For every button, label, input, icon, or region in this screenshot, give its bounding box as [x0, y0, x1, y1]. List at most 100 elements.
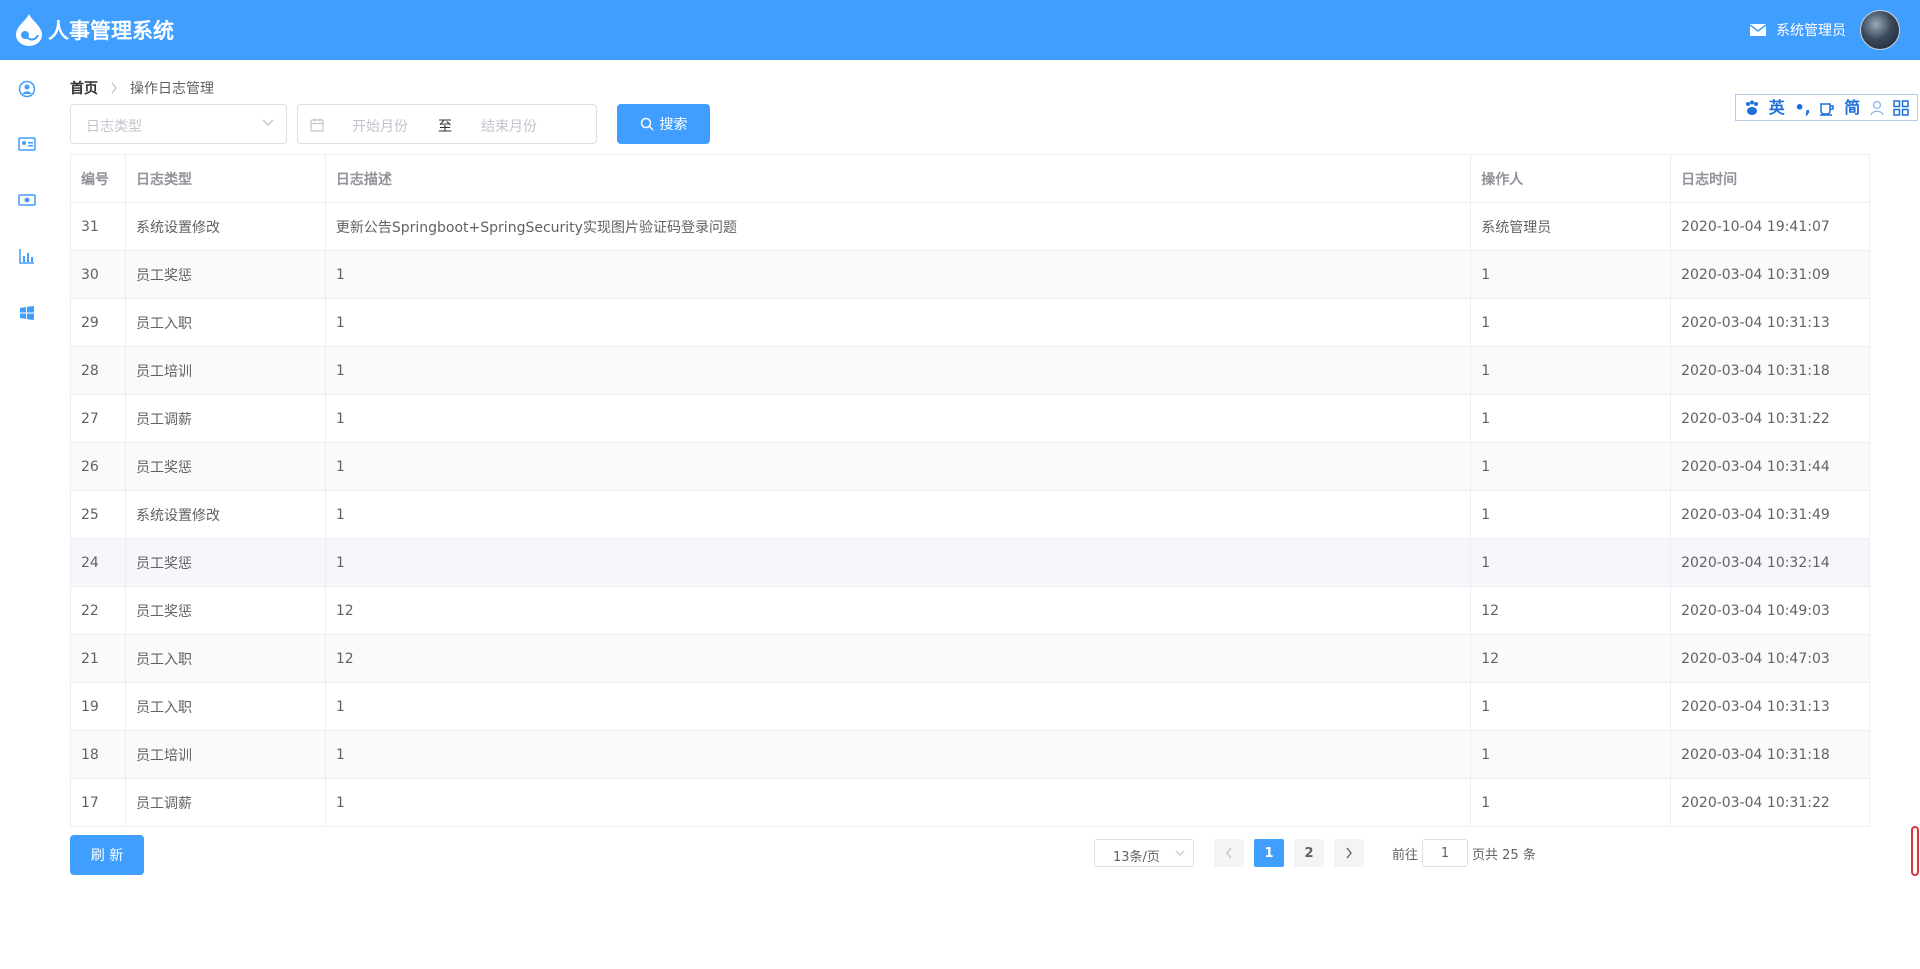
cell-desc: 1 [326, 395, 1472, 442]
cell-operator: 12 [1471, 587, 1672, 634]
cell-desc: 1 [326, 443, 1472, 490]
table-row[interactable]: 26 员工奖惩 1 1 2020-03-04 10:31:44 [71, 443, 1870, 491]
user-menu[interactable]: 系统管理员 [1750, 8, 1900, 52]
next-page-button[interactable] [1334, 839, 1364, 867]
cell-id: 26 [71, 443, 126, 490]
ime-simplified-toggle[interactable]: 简 [1842, 98, 1862, 118]
breadcrumb-home[interactable]: 首页 [70, 78, 98, 98]
cell-time: 2020-03-04 10:31:09 [1671, 251, 1870, 298]
cell-time: 2020-03-04 10:31:22 [1671, 395, 1870, 442]
id-card-icon[interactable] [18, 135, 36, 153]
cell-desc: 1 [326, 683, 1472, 730]
refresh-button[interactable]: 刷 新 [70, 835, 144, 875]
cell-type: 员工入职 [126, 635, 326, 682]
prev-page-button[interactable] [1214, 839, 1244, 867]
calendar-icon [310, 118, 324, 132]
cell-type: 员工调薪 [126, 779, 326, 826]
column-header-operator: 操作人 [1471, 155, 1672, 202]
cell-time: 2020-03-04 10:31:22 [1671, 779, 1870, 826]
table-row[interactable]: 25 系统设置修改 1 1 2020-03-04 10:31:49 [71, 491, 1870, 539]
cell-operator: 12 [1471, 635, 1672, 682]
avatar[interactable] [1860, 10, 1900, 50]
column-header-time: 日志时间 [1671, 155, 1870, 202]
log-type-placeholder: 日志类型 [86, 119, 142, 135]
cell-operator: 1 [1471, 683, 1672, 730]
cell-type: 员工调薪 [126, 395, 326, 442]
cell-id: 24 [71, 539, 126, 586]
goto-label: 前往 [1392, 847, 1419, 863]
cell-id: 21 [71, 635, 126, 682]
start-month-input[interactable]: 开始月份 [352, 116, 408, 136]
goto-page-input[interactable]: 1 [1422, 839, 1469, 867]
cell-desc: 12 [326, 587, 1472, 634]
cell-time: 2020-10-04 19:41:07 [1671, 203, 1870, 250]
cup-icon[interactable] [1818, 99, 1836, 117]
page-button-1[interactable]: 1 [1254, 839, 1284, 867]
money-icon[interactable] [18, 191, 36, 209]
user-icon[interactable] [1868, 99, 1886, 117]
app-logo[interactable]: 人事管理系统 [14, 12, 174, 48]
cell-id: 27 [71, 395, 126, 442]
table-row[interactable]: 18 员工培训 1 1 2020-03-04 10:31:18 [71, 731, 1870, 779]
column-header-desc: 日志描述 [326, 155, 1472, 202]
user-name[interactable]: 系统管理员 [1776, 20, 1846, 40]
cell-id: 25 [71, 491, 126, 538]
table-row[interactable]: 17 员工调薪 1 1 2020-03-04 10:31:22 [71, 779, 1870, 827]
drop-logo-icon [16, 14, 42, 46]
cell-time: 2020-03-04 10:31:18 [1671, 347, 1870, 394]
month-range-picker[interactable]: 开始月份 至 结束月份 [297, 104, 597, 144]
top-header: 人事管理系统 系统管理员 [0, 0, 1920, 60]
table-header-row: 编号 日志类型 日志描述 操作人 日志时间 [71, 155, 1870, 203]
table-row[interactable]: 19 员工入职 1 1 2020-03-04 10:31:13 [71, 683, 1870, 731]
cell-operator: 1 [1471, 347, 1672, 394]
cell-desc: 1 [326, 731, 1472, 778]
cell-type: 员工奖惩 [126, 443, 326, 490]
total-count: 页共 25 条 [1472, 847, 1536, 863]
cell-desc: 1 [326, 347, 1472, 394]
cell-time: 2020-03-04 10:49:03 [1671, 587, 1870, 634]
table-row[interactable]: 24 员工奖惩 1 1 2020-03-04 10:32:14 [71, 539, 1870, 587]
cell-id: 28 [71, 347, 126, 394]
user-circle-icon[interactable] [18, 80, 36, 98]
log-type-select[interactable]: 日志类型 [70, 104, 287, 144]
cell-operator: 1 [1471, 731, 1672, 778]
column-header-id: 编号 [71, 155, 126, 202]
table-row[interactable]: 21 员工入职 12 12 2020-03-04 10:47:03 [71, 635, 1870, 683]
chevron-down-icon [1175, 850, 1185, 856]
cell-id: 30 [71, 251, 126, 298]
table-row[interactable]: 27 员工调薪 1 1 2020-03-04 10:31:22 [71, 395, 1870, 443]
cell-desc: 12 [326, 635, 1472, 682]
paw-icon[interactable] [1743, 99, 1761, 117]
cell-id: 19 [71, 683, 126, 730]
ime-language-toggle[interactable]: 英 [1767, 98, 1787, 118]
column-header-type: 日志类型 [126, 155, 326, 202]
cell-time: 2020-03-04 10:31:49 [1671, 491, 1870, 538]
table-row[interactable]: 30 员工奖惩 1 1 2020-03-04 10:31:09 [71, 251, 1870, 299]
table-row[interactable]: 29 员工入职 1 1 2020-03-04 10:31:13 [71, 299, 1870, 347]
range-separator: 至 [438, 119, 452, 135]
grid-icon[interactable] [1892, 99, 1910, 117]
cell-operator: 1 [1471, 779, 1672, 826]
search-button[interactable]: 搜索 [617, 104, 710, 144]
bar-chart-icon[interactable] [18, 247, 36, 265]
table-row[interactable]: 28 员工培训 1 1 2020-03-04 10:31:18 [71, 347, 1870, 395]
cell-desc: 更新公告Springboot+SpringSecurity实现图片验证码登录问题 [326, 203, 1472, 250]
cell-id: 29 [71, 299, 126, 346]
page-size-select[interactable]: 13条/页 [1094, 839, 1194, 867]
cell-operator: 1 [1471, 539, 1672, 586]
cell-desc: 1 [326, 299, 1472, 346]
mail-icon[interactable] [1750, 24, 1766, 36]
end-month-input[interactable]: 结束月份 [481, 116, 537, 136]
scroll-handle[interactable] [1911, 826, 1919, 876]
ime-punctuation-toggle[interactable]: •, [1793, 98, 1813, 118]
chevron-right-icon [111, 82, 117, 94]
cell-type: 系统设置修改 [126, 491, 326, 538]
page-button-2[interactable]: 2 [1294, 839, 1324, 867]
log-table: 编号 日志类型 日志描述 操作人 日志时间 31 系统设置修改 更新公告Spring… [70, 154, 1870, 827]
table-body: 31 系统设置修改 更新公告Springboot+SpringSecurity实现图… [71, 203, 1870, 827]
page-size-value: 13条/页 [1113, 850, 1160, 865]
table-row[interactable]: 22 员工奖惩 12 12 2020-03-04 10:49:03 [71, 587, 1870, 635]
table-row[interactable]: 31 系统设置修改 更新公告Springboot+SpringSecurity实现图… [71, 203, 1870, 251]
cell-id: 31 [71, 203, 126, 250]
windows-icon[interactable] [18, 304, 36, 322]
